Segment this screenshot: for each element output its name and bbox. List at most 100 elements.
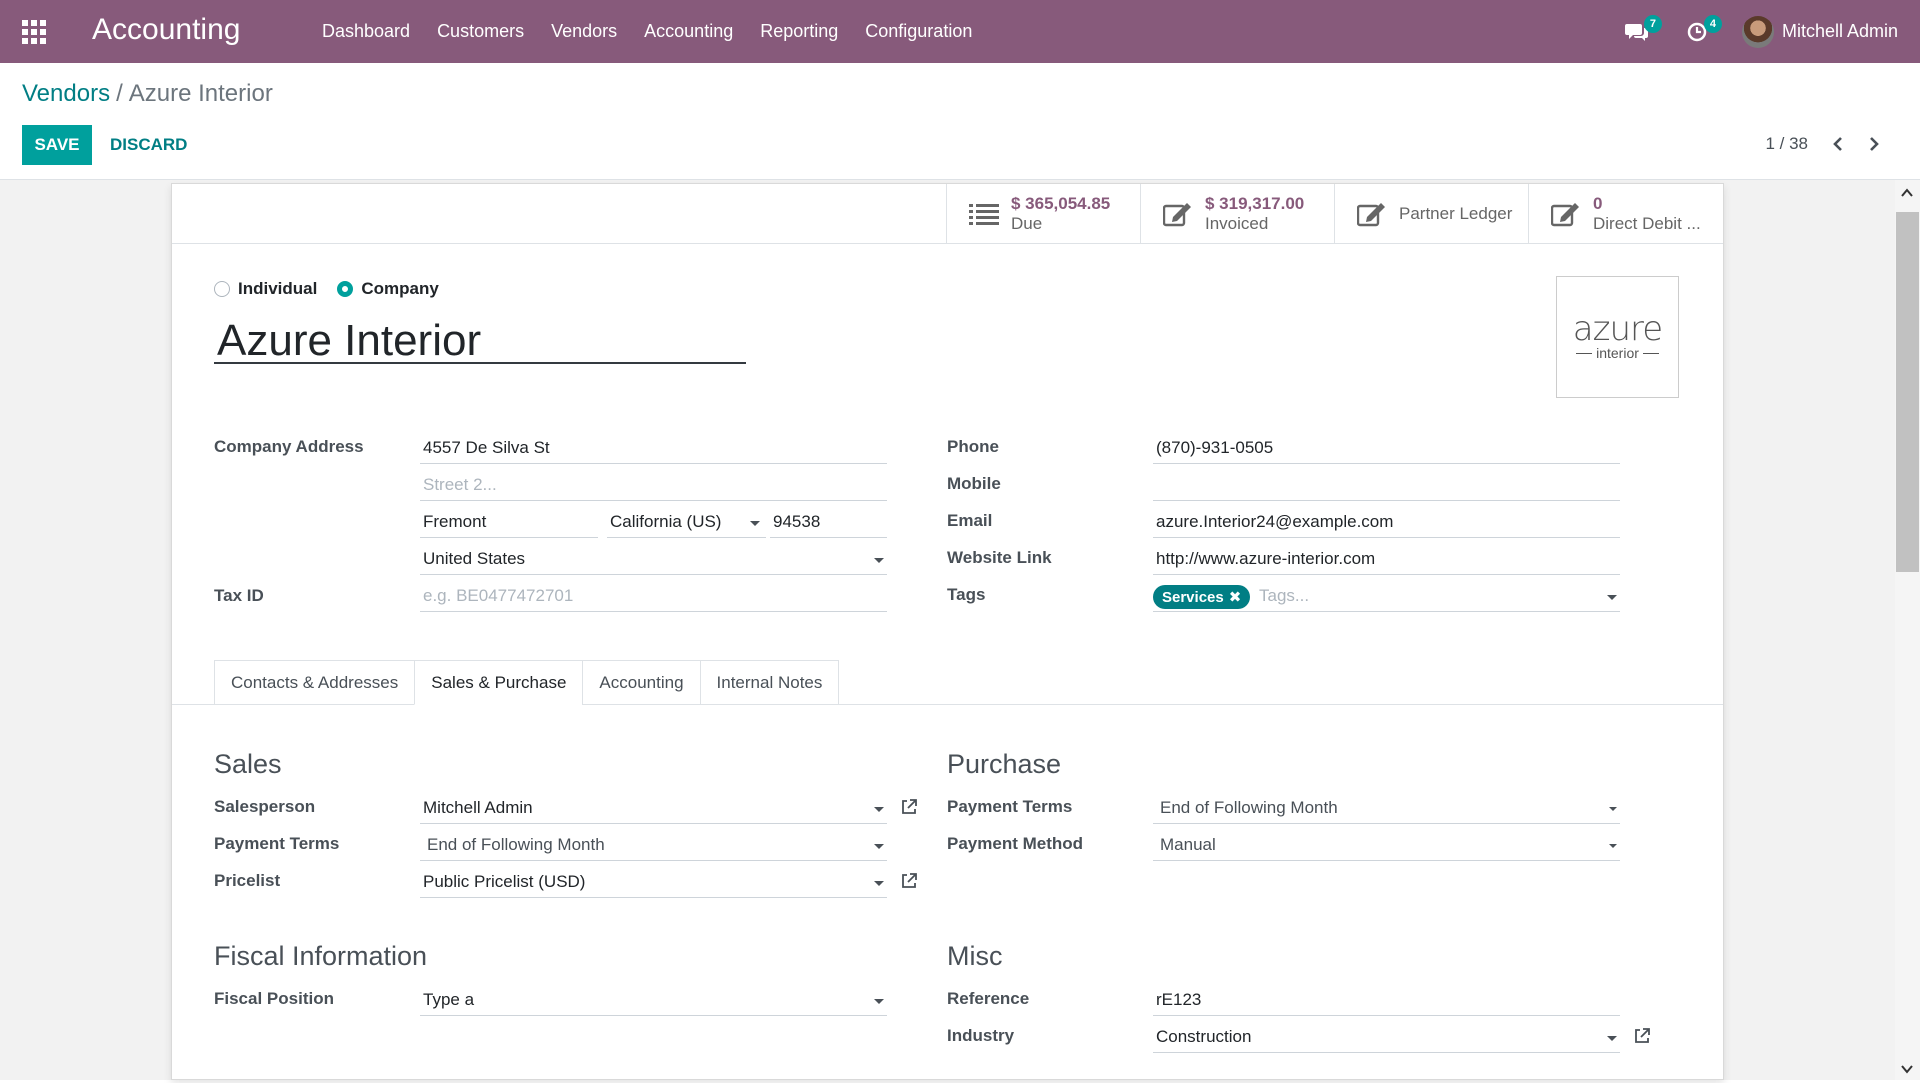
phone-input[interactable]: (870)-931-0505 bbox=[1153, 434, 1620, 464]
due-amount: $ 365,054.85 bbox=[1011, 193, 1111, 213]
country-dropdown-caret-icon[interactable] bbox=[874, 558, 884, 563]
menu-item-configuration[interactable]: Configuration bbox=[865, 21, 972, 42]
invoiced-smart-button[interactable]: $ 319,317.00 Invoiced bbox=[1141, 184, 1335, 243]
salesperson-dropdown-caret-icon[interactable] bbox=[874, 807, 884, 812]
fiscal-position-select[interactable]: Type a bbox=[420, 986, 887, 1016]
main-menu: Dashboard Customers Vendors Accounting R… bbox=[322, 21, 999, 42]
payment-method-select[interactable]: Manual bbox=[1153, 831, 1620, 861]
menu-item-accounting[interactable]: Accounting bbox=[644, 21, 733, 42]
tab-sales-purchase[interactable]: Sales & Purchase bbox=[414, 660, 583, 705]
breadcrumb-vendors-link[interactable]: Vendors bbox=[22, 80, 110, 107]
tab-contacts-addresses[interactable]: Contacts & Addresses bbox=[214, 660, 415, 705]
state-dropdown-caret-icon[interactable] bbox=[750, 521, 760, 526]
pricelist-label: Pricelist bbox=[214, 871, 281, 890]
tab-accounting[interactable]: Accounting bbox=[582, 660, 700, 705]
purchase-payment-terms-label: Payment Terms bbox=[947, 797, 1073, 816]
menu-item-vendors[interactable]: Vendors bbox=[551, 21, 617, 42]
email-label: Email bbox=[947, 511, 993, 530]
tax-id-input[interactable]: e.g. BE0477472701 bbox=[420, 582, 887, 612]
partner-ledger-smart-button[interactable]: Partner Ledger bbox=[1335, 184, 1529, 243]
website-label: Website Link bbox=[947, 548, 1052, 567]
partner-logo-image[interactable]: azure interior bbox=[1556, 276, 1679, 398]
pager-next-button[interactable] bbox=[1864, 131, 1884, 157]
edit-icon bbox=[1161, 199, 1195, 229]
save-button[interactable]: SAVE bbox=[22, 125, 92, 165]
menu-item-reporting[interactable]: Reporting bbox=[760, 21, 838, 42]
individual-radio[interactable] bbox=[214, 281, 230, 297]
company-radio[interactable] bbox=[337, 281, 354, 297]
tag-services-label: Services bbox=[1162, 588, 1224, 606]
zip-input[interactable]: 94538 bbox=[770, 508, 887, 538]
activities-button[interactable]: 4 bbox=[1682, 14, 1722, 47]
tag-services[interactable]: Services ✖ bbox=[1153, 585, 1251, 609]
sales-payment-terms-label: Payment Terms bbox=[214, 834, 340, 853]
partner-name-input[interactable]: Azure Interior bbox=[214, 319, 746, 364]
messages-button[interactable]: 7 bbox=[1622, 14, 1662, 47]
invoiced-label: Invoiced bbox=[1205, 213, 1269, 233]
pricelist-select[interactable]: Public Pricelist (USD) bbox=[420, 868, 887, 898]
fiscal-position-caret-icon[interactable] bbox=[874, 999, 884, 1004]
external-link-icon[interactable] bbox=[900, 872, 918, 890]
chevron-up-icon bbox=[1901, 188, 1913, 197]
menu-item-customers[interactable]: Customers bbox=[437, 21, 524, 42]
edit-icon bbox=[1549, 199, 1583, 229]
scroll-down-arrow[interactable] bbox=[1898, 1060, 1916, 1078]
systray: 7 4 Mitchell Admin bbox=[1622, 0, 1920, 63]
app-brand[interactable]: Accounting bbox=[92, 13, 240, 47]
pricelist-dropdown-caret-icon[interactable] bbox=[874, 881, 884, 886]
sales-payment-terms-select[interactable]: End of Following Month bbox=[420, 831, 887, 861]
pager-value[interactable]: 1 / 38 bbox=[1765, 134, 1808, 154]
email-input[interactable]: azure.Interior24@example.com bbox=[1153, 508, 1620, 538]
individual-radio-label[interactable]: Individual bbox=[238, 279, 317, 299]
direct-debit-smart-button[interactable]: 0 Direct Debit ... bbox=[1529, 184, 1723, 243]
discard-button[interactable]: DISCARD bbox=[110, 125, 187, 165]
breadcrumb-current: Azure Interior bbox=[128, 80, 273, 107]
company-address-label: Company Address bbox=[214, 437, 364, 456]
state-select[interactable]: California (US) bbox=[607, 508, 766, 538]
payment-method-caret-icon[interactable] bbox=[1609, 844, 1617, 848]
city-input[interactable]: Fremont bbox=[420, 508, 598, 538]
top-navbar: Accounting Dashboard Customers Vendors A… bbox=[0, 0, 1920, 63]
tab-internal-notes[interactable]: Internal Notes bbox=[699, 660, 840, 705]
user-avatar[interactable] bbox=[1741, 15, 1774, 48]
edit-icon bbox=[1355, 199, 1389, 229]
external-link-icon[interactable] bbox=[1633, 1027, 1651, 1045]
pager-previous-button[interactable] bbox=[1828, 131, 1848, 157]
tax-id-label: Tax ID bbox=[214, 586, 264, 605]
chevron-right-icon bbox=[1870, 137, 1879, 151]
logo-wordmark: azure bbox=[1572, 309, 1663, 349]
reference-label: Reference bbox=[947, 989, 1030, 1008]
country-select[interactable]: United States bbox=[420, 545, 887, 575]
tag-remove-icon[interactable]: ✖ bbox=[1229, 588, 1242, 606]
due-smart-button[interactable]: $ 365,054.85 Due bbox=[947, 184, 1141, 243]
company-radio-label[interactable]: Company bbox=[361, 279, 438, 299]
website-input[interactable]: http://www.azure-interior.com bbox=[1153, 545, 1620, 575]
smart-button-box: $ 365,054.85 Due $ 319,317.00 Invoiced P… bbox=[946, 184, 1723, 243]
user-name[interactable]: Mitchell Admin bbox=[1782, 21, 1898, 42]
fiscal-section-title: Fiscal Information bbox=[214, 941, 428, 971]
activities-count-badge: 4 bbox=[1703, 14, 1722, 33]
purchase-payment-terms-select[interactable]: End of Following Month bbox=[1153, 794, 1620, 824]
industry-select[interactable]: Construction bbox=[1153, 1023, 1620, 1053]
industry-dropdown-caret-icon[interactable] bbox=[1607, 1036, 1617, 1041]
street-input[interactable]: 4557 De Silva St bbox=[420, 434, 887, 464]
purchase-payment-terms-caret-icon[interactable] bbox=[1609, 807, 1617, 811]
reference-input[interactable]: rE123 bbox=[1153, 986, 1620, 1016]
salesperson-label: Salesperson bbox=[214, 797, 316, 816]
tags-dropdown-caret-icon[interactable] bbox=[1607, 595, 1617, 600]
external-link-icon[interactable] bbox=[900, 798, 918, 816]
direct-debit-label: Direct Debit ... bbox=[1593, 213, 1701, 233]
menu-item-dashboard[interactable]: Dashboard bbox=[322, 21, 410, 42]
street2-input[interactable]: Street 2... bbox=[420, 471, 887, 501]
salesperson-select[interactable]: Mitchell Admin bbox=[420, 794, 887, 824]
partner-ledger-label: Partner Ledger bbox=[1399, 203, 1513, 223]
scroll-up-arrow[interactable] bbox=[1898, 184, 1916, 202]
mobile-input[interactable] bbox=[1153, 471, 1620, 501]
notebook-tabs: Contacts & Addresses Sales & Purchase Ac… bbox=[214, 660, 840, 705]
breadcrumb-separator: / bbox=[116, 80, 123, 107]
apps-menu-icon[interactable] bbox=[22, 20, 48, 44]
scrollbar-thumb[interactable] bbox=[1896, 212, 1919, 572]
purchase-section-title: Purchase bbox=[947, 749, 1062, 779]
sales-payment-terms-caret-icon[interactable] bbox=[874, 844, 884, 849]
invoiced-amount: $ 319,317.00 bbox=[1205, 193, 1305, 213]
